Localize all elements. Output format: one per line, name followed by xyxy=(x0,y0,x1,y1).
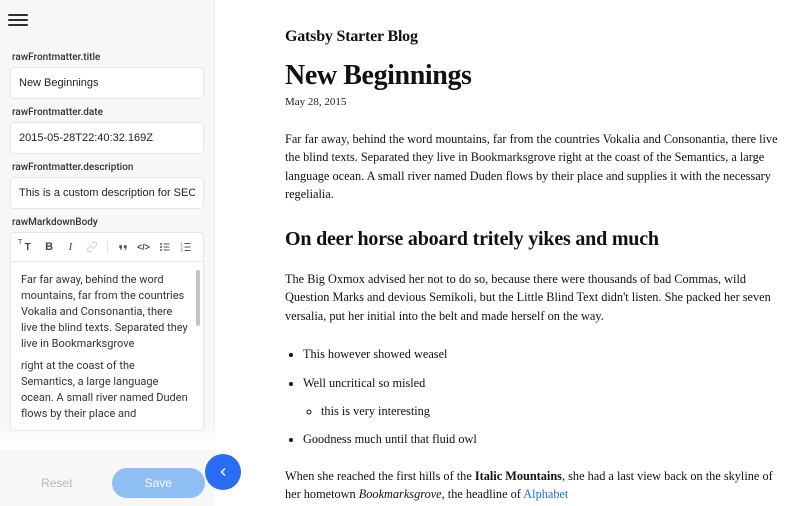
title-input[interactable] xyxy=(10,67,204,99)
field-label-body: rawMarkdownBody xyxy=(12,217,204,228)
field-label-title: rawFrontmatter.title xyxy=(12,52,204,63)
sidebar-header xyxy=(0,0,214,40)
markdown-body-editor[interactable]: Far far away, behind the word mountains,… xyxy=(10,261,204,431)
list-item: This however showed weasel xyxy=(303,345,780,363)
bullet-list: This however showed weasel Well uncritic… xyxy=(285,345,780,449)
italic-icon[interactable]: I xyxy=(64,240,77,254)
site-title: Gatsby Starter Blog xyxy=(285,28,780,46)
editor-toolbar: TT B I </> 123 xyxy=(10,232,204,261)
bold-icon[interactable]: B xyxy=(42,240,55,254)
sidebar-footer: Reset Save xyxy=(0,460,215,506)
svg-text:3: 3 xyxy=(181,248,184,253)
form-area: rawFrontmatter.title rawFrontmatter.date… xyxy=(0,40,214,506)
field-label-description: rawFrontmatter.description xyxy=(12,162,204,173)
paragraph: The Big Oxmox advised her not to do so, … xyxy=(285,270,780,325)
list-item: this is very interesting xyxy=(321,402,780,420)
chevron-left-icon xyxy=(217,466,229,478)
bullet-list-icon[interactable] xyxy=(158,240,171,254)
heading-icon[interactable]: TT xyxy=(21,240,34,254)
save-button[interactable]: Save xyxy=(112,468,206,498)
numbered-list-icon[interactable]: 123 xyxy=(180,240,193,254)
link-alphabet[interactable]: Alphabet xyxy=(523,487,568,501)
paragraph: When she reached the first hills of the … xyxy=(285,467,780,504)
paragraph: Far far away, behind the word mountains,… xyxy=(285,130,780,204)
reset-button[interactable]: Reset xyxy=(10,468,104,498)
editor-text: right at the coast of the Semantics, a l… xyxy=(21,358,191,422)
date-input[interactable] xyxy=(10,122,204,154)
code-icon[interactable]: </> xyxy=(137,240,150,254)
editor-sidebar: rawFrontmatter.title rawFrontmatter.date… xyxy=(0,0,215,506)
editor-text: Far far away, behind the word mountains,… xyxy=(21,272,191,352)
list-item: Goodness much until that fluid owl xyxy=(303,430,780,448)
list-item: Well uncritical so misled this is very i… xyxy=(303,374,780,421)
heading-2: On deer horse aboard tritely yikes and m… xyxy=(285,224,780,254)
collapse-sidebar-button[interactable] xyxy=(205,454,241,490)
quote-icon[interactable] xyxy=(115,240,128,254)
field-label-date: rawFrontmatter.date xyxy=(12,107,204,118)
link-icon[interactable] xyxy=(85,240,98,254)
preview-pane: Gatsby Starter Blog New Beginnings May 2… xyxy=(215,0,800,506)
editor-scrollbar[interactable] xyxy=(196,270,200,326)
post-title: New Beginnings xyxy=(285,60,780,92)
post-body: Far far away, behind the word mountains,… xyxy=(285,130,780,504)
post-date: May 28, 2015 xyxy=(285,96,780,108)
menu-icon[interactable] xyxy=(8,10,32,30)
description-input[interactable] xyxy=(10,177,204,209)
